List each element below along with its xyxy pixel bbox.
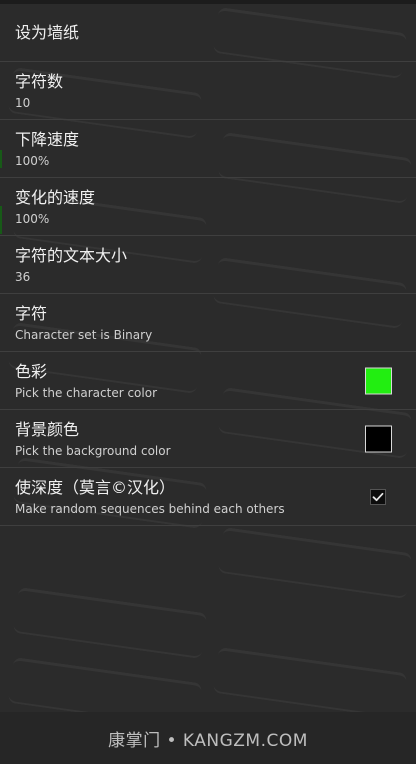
pref-character-count[interactable]: 字符数 10 [0, 62, 416, 120]
pref-summary: Make random sequences behind each others [15, 501, 285, 516]
pref-title: 使深度（莫言©汉化） [15, 477, 176, 497]
pref-summary: Character set is Binary [15, 327, 153, 342]
pref-set-wallpaper[interactable]: 设为墙纸 [0, 4, 416, 62]
pref-summary: 36 [15, 269, 31, 284]
pref-title: 色彩 [15, 361, 48, 381]
background-color-swatch[interactable] [365, 425, 392, 452]
settings-list: 设为墙纸 字符数 10 下降速度 100% 变化的速度 100% 字符的文本大小… [0, 4, 416, 526]
pref-title: 字符数 [15, 71, 64, 91]
pref-change-speed[interactable]: 变化的速度 100% [0, 178, 416, 236]
pref-summary: 100% [15, 211, 50, 226]
pref-fall-speed[interactable]: 下降速度 100% [0, 120, 416, 178]
pref-summary: 100% [15, 153, 50, 168]
footer-watermark: 康掌门 • KANGZM.COM [108, 730, 308, 751]
footer-bar: 康掌门 • KANGZM.COM [0, 712, 416, 764]
pref-title: 字符的文本大小 [15, 245, 128, 265]
live-wallpaper-settings-screen: 设为墙纸 字符数 10 下降速度 100% 变化的速度 100% 字符的文本大小… [0, 0, 416, 764]
checkmark-icon [372, 492, 384, 501]
pref-background-color[interactable]: 背景颜色 Pick the background color [0, 410, 416, 468]
pref-title: 变化的速度 [15, 187, 96, 207]
pref-summary: Pick the character color [15, 385, 158, 400]
pref-depth[interactable]: 使深度（莫言©汉化） Make random sequences behind … [0, 468, 416, 526]
depth-checkbox[interactable] [370, 488, 386, 505]
character-color-swatch[interactable] [365, 367, 392, 394]
pref-summary: Pick the background color [15, 443, 171, 458]
pref-title: 字符 [15, 303, 48, 323]
pref-character-set[interactable]: 字符 Character set is Binary [0, 294, 416, 352]
pref-summary: 10 [15, 95, 31, 110]
pref-title: 下降速度 [15, 129, 80, 149]
pref-text-size[interactable]: 字符的文本大小 36 [0, 236, 416, 294]
pref-title: 设为墙纸 [15, 23, 80, 42]
pref-title: 背景颜色 [15, 419, 80, 439]
pref-character-color[interactable]: 色彩 Pick the character color [0, 352, 416, 410]
